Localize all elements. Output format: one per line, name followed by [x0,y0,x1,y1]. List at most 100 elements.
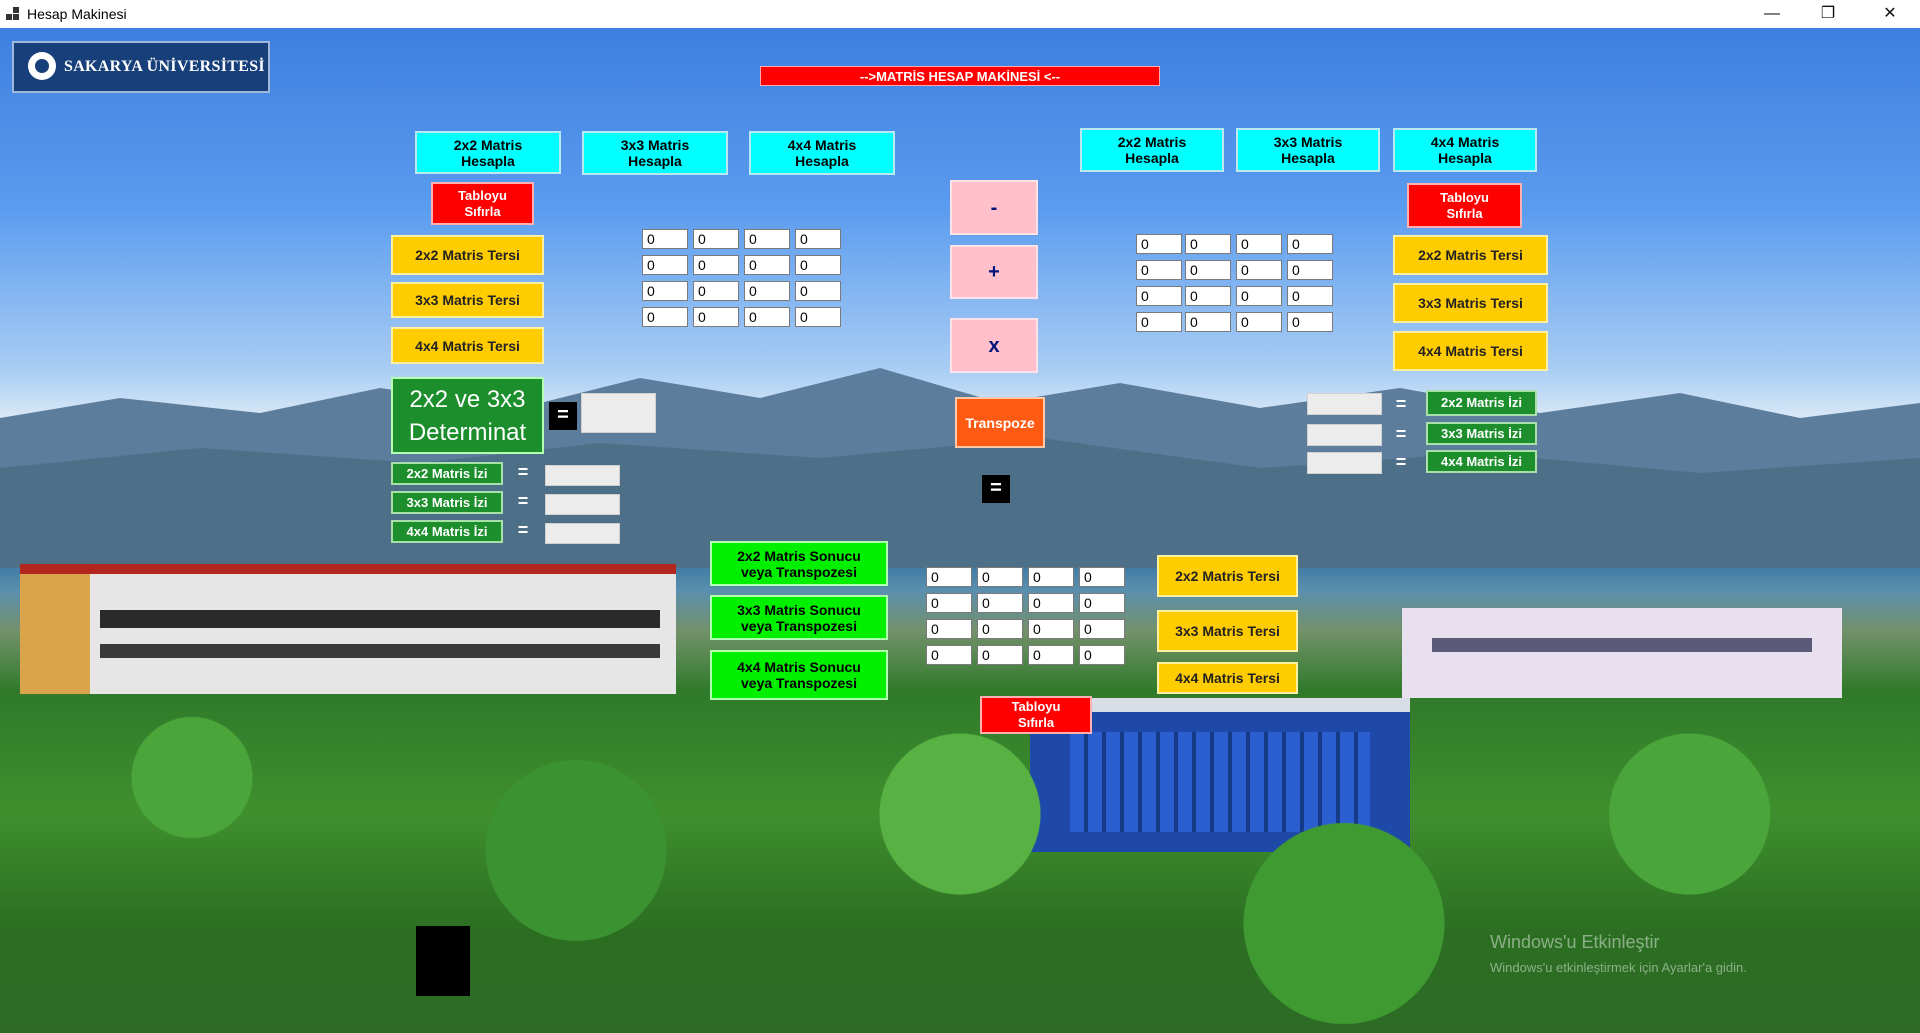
left-inverse-2x2-button[interactable]: 2x2 Matris Tersi [391,235,544,275]
matrix-b-cell[interactable] [1136,286,1182,306]
left-trace-2x2-result [545,465,620,486]
activation-watermark-text: Windows'u etkinleştirmek için Ayarlar'a … [1490,960,1747,975]
campus-background [0,28,1920,1033]
result-cell[interactable] [926,567,972,587]
result-4x4-button[interactable]: 4x4 Matris Sonucu veya Transpozesi [710,650,888,700]
result-cell[interactable] [1028,619,1074,639]
left-trace-2x2-button[interactable]: 2x2 Matris İzi [391,462,503,485]
left-trace-4x4-button[interactable]: 4x4 Matris İzi [391,520,503,543]
matrix-b-cell[interactable] [1185,260,1231,280]
maximize-button[interactable]: ❐ [1800,0,1856,28]
logo-text: SAKARYA ÜNİVERSİTESİ [64,58,265,75]
trees [0,668,1920,1033]
result-inverse-2x2-button[interactable]: 2x2 Matris Tersi [1157,555,1298,597]
matrix-b-cell[interactable] [1185,286,1231,306]
matrix-a-cell[interactable] [795,281,841,301]
left-calc-2x2-button[interactable]: 2x2 Matris Hesapla [415,131,561,174]
right-trace-3x3-result [1307,424,1382,446]
add-button[interactable]: + [950,245,1038,299]
window-titlebar: Hesap Makinesi — ❐ ✕ [0,0,1920,28]
result-cell[interactable] [1028,593,1074,613]
transpose-button[interactable]: Transpoze [955,397,1045,448]
left-trace-3x3-equals: = [517,491,529,511]
matrix-b-cell[interactable] [1287,234,1333,254]
right-trace-2x2-button[interactable]: 2x2 Matris İzi [1426,390,1537,416]
right-trace-3x3-equals: = [1395,424,1407,444]
right-inverse-4x4-button[interactable]: 4x4 Matris Tersi [1393,331,1548,371]
matrix-a-cell[interactable] [693,307,739,327]
minimize-button[interactable]: — [1744,0,1800,28]
matrix-b-cell[interactable] [1136,260,1182,280]
left-inverse-3x3-button[interactable]: 3x3 Matris Tersi [391,282,544,318]
result-cell[interactable] [1079,567,1125,587]
matrix-a-cell[interactable] [642,229,688,249]
matrix-a-cell[interactable] [744,307,790,327]
close-button[interactable]: ✕ [1862,0,1918,28]
result-2x2-button[interactable]: 2x2 Matris Sonucu veya Transpozesi [710,541,888,586]
right-reset-button[interactable]: Tabloyu Sıfırla [1407,183,1522,228]
right-calc-2x2-button[interactable]: 2x2 Matris Hesapla [1080,128,1224,172]
result-cell[interactable] [1028,567,1074,587]
matrix-a-cell[interactable] [642,281,688,301]
result-cell[interactable] [1079,619,1125,639]
matrix-a-cell[interactable] [795,229,841,249]
right-calc-3x3-button[interactable]: 3x3 Matris Hesapla [1236,128,1380,172]
determinant-equals: = [549,402,577,430]
matrix-b-cell[interactable] [1185,234,1231,254]
right-trace-3x3-button[interactable]: 3x3 Matris İzi [1426,422,1537,445]
left-calc-4x4-button[interactable]: 4x4 Matris Hesapla [749,131,895,175]
matrix-b-cell[interactable] [1236,260,1282,280]
black-panel [416,926,470,996]
right-trace-4x4-result [1307,452,1382,474]
left-trace-3x3-button[interactable]: 3x3 Matris İzi [391,491,503,514]
left-inverse-4x4-button[interactable]: 4x4 Matris Tersi [391,327,544,364]
result-cell[interactable] [977,567,1023,587]
result-cell[interactable] [1079,593,1125,613]
left-calc-3x3-button[interactable]: 3x3 Matris Hesapla [582,131,728,175]
result-cell[interactable] [977,593,1023,613]
activation-watermark-title: Windows'u Etkinleştir [1490,932,1660,952]
matrix-a-cell[interactable] [693,255,739,275]
matrix-b-cell[interactable] [1236,312,1282,332]
result-cell[interactable] [977,619,1023,639]
right-inverse-3x3-button[interactable]: 3x3 Matris Tersi [1393,283,1548,323]
matrix-a-cell[interactable] [795,307,841,327]
result-cell[interactable] [977,645,1023,665]
matrix-a-cell[interactable] [642,255,688,275]
right-trace-4x4-equals: = [1395,452,1407,472]
right-trace-2x2-result [1307,393,1382,415]
result-reset-button[interactable]: Tabloyu Sıfırla [980,696,1092,734]
matrix-b-cell[interactable] [1287,260,1333,280]
matrix-b-cell[interactable] [1136,234,1182,254]
right-inverse-2x2-button[interactable]: 2x2 Matris Tersi [1393,235,1548,275]
result-cell[interactable] [926,593,972,613]
result-cell[interactable] [926,619,972,639]
multiply-button[interactable]: x [950,318,1038,373]
matrix-a-cell[interactable] [642,307,688,327]
left-trace-2x2-equals: = [517,462,529,482]
matrix-b-cell[interactable] [1136,312,1182,332]
result-inverse-3x3-button[interactable]: 3x3 Matris Tersi [1157,610,1298,652]
matrix-b-cell[interactable] [1236,286,1282,306]
result-inverse-4x4-button[interactable]: 4x4 Matris Tersi [1157,662,1298,694]
left-reset-button[interactable]: Tabloyu Sıfırla [431,182,534,225]
matrix-b-cell[interactable] [1236,234,1282,254]
right-trace-4x4-button[interactable]: 4x4 Matris İzi [1426,450,1537,473]
matrix-a-cell[interactable] [693,229,739,249]
matrix-b-cell[interactable] [1287,286,1333,306]
matrix-a-cell[interactable] [795,255,841,275]
matrix-a-cell[interactable] [744,281,790,301]
right-calc-4x4-button[interactable]: 4x4 Matris Hesapla [1393,128,1537,172]
result-cell[interactable] [1079,645,1125,665]
result-cell[interactable] [1028,645,1074,665]
matrix-a-cell[interactable] [744,229,790,249]
result-cell[interactable] [926,645,972,665]
matrix-b-cell[interactable] [1287,312,1333,332]
result-3x3-button[interactable]: 3x3 Matris Sonucu veya Transpozesi [710,595,888,640]
matrix-b-cell[interactable] [1185,312,1231,332]
matrix-a-cell[interactable] [744,255,790,275]
determinant-button[interactable]: 2x2 ve 3x3 Determinat [391,377,544,454]
university-emblem-icon [28,52,56,80]
matrix-a-cell[interactable] [693,281,739,301]
subtract-button[interactable]: - [950,180,1038,235]
